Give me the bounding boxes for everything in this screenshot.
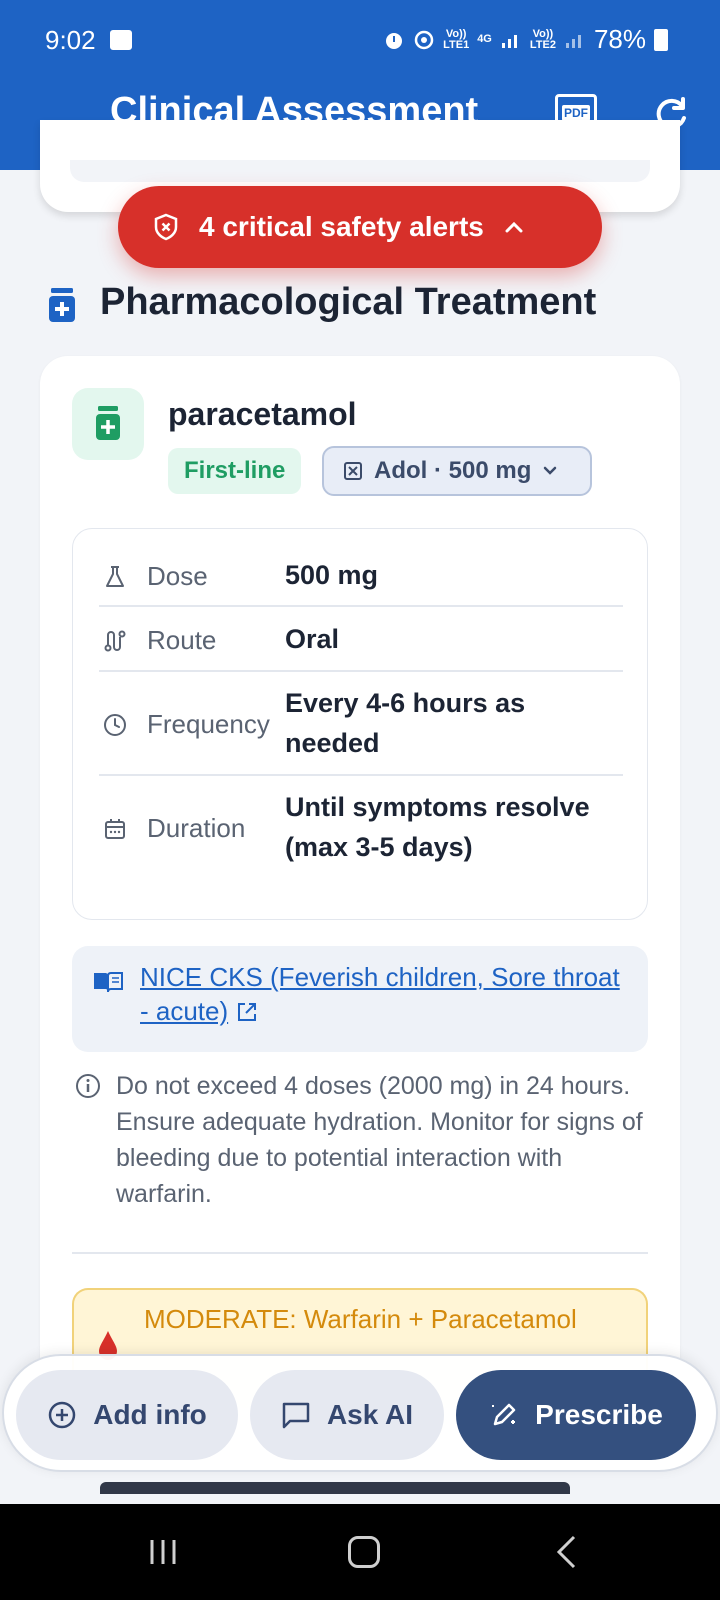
duration-label: Duration — [147, 813, 246, 843]
divider — [99, 605, 623, 607]
status-indicators: Vo)) LTE1 4G Vo)) LTE2 78% — [383, 24, 668, 55]
external-link-icon — [238, 1003, 257, 1021]
pill-icon — [344, 462, 362, 480]
sim2-volte-label: Vo)) LTE2 — [529, 27, 556, 51]
alarm-icon — [386, 32, 403, 49]
pen-sparkle-icon — [492, 1403, 516, 1426]
drug-name: paracetamol — [168, 396, 357, 432]
image-notification-icon — [110, 30, 132, 50]
divider — [72, 1252, 648, 1254]
chevron-down-icon — [544, 466, 557, 475]
chat-icon — [282, 1402, 310, 1429]
signal-2-icon — [564, 32, 586, 48]
next-section-title — [60, 1474, 660, 1494]
book-icon — [94, 972, 123, 993]
action-bar: Add info Ask AI Prescribe — [2, 1354, 718, 1472]
back-icon[interactable] — [554, 1534, 578, 1570]
dose-label: Dose — [147, 561, 208, 591]
dose-value: 500 mg — [285, 560, 379, 590]
frequency-value: Every 4-6 hours as needed — [285, 688, 526, 758]
note-text: Do not exceed 4 doses (2000 mg) in 24 ho… — [116, 1072, 643, 1208]
chevron-up-icon — [505, 221, 523, 233]
divider — [99, 774, 623, 776]
drug-icon-container — [72, 388, 144, 460]
battery-icon — [654, 28, 668, 51]
network-type-label: 4G — [477, 33, 492, 45]
ask-ai-button[interactable]: Ask AI — [250, 1370, 444, 1460]
route-icon — [104, 630, 126, 652]
route-value: Oral — [285, 624, 340, 654]
previous-card-inner — [70, 160, 650, 182]
hotspot-icon — [414, 30, 434, 49]
status-time: 9:02 — [45, 25, 96, 55]
ask-ai-label: Ask AI — [326, 1399, 414, 1430]
route-label: Route — [147, 625, 217, 655]
signal-1-icon — [500, 32, 522, 48]
brand-dropdown[interactable]: Adol · 500 mg — [322, 446, 592, 496]
medicine-bottle-icon — [49, 288, 75, 322]
duration-value: Until symptoms resolve (max 3-5 days) — [285, 792, 590, 862]
pill-bottle-icon — [96, 406, 120, 440]
critical-alerts-toggle[interactable]: 4 critical safety alerts — [118, 186, 602, 268]
add-info-label: Add info — [93, 1399, 207, 1430]
dosage-details: Dose 500 mg Route Oral Frequency Every 4… — [72, 528, 648, 920]
recent-apps-icon[interactable] — [148, 1538, 178, 1566]
brand-value: Adol · 500 mg — [374, 457, 532, 484]
prescribe-button[interactable]: Prescribe — [456, 1370, 696, 1460]
section-title: Pharmacological Treatment — [100, 281, 597, 323]
plus-circle-icon — [48, 1401, 76, 1429]
status-bar: 9:02 Vo)) LTE1 4G Vo)) LTE2 78% — [0, 0, 720, 80]
battery-percent: 78% — [593, 24, 646, 54]
system-nav-bar — [0, 1504, 720, 1600]
alerts-label: 4 critical safety alerts — [199, 211, 484, 242]
reference-text: NICE CKS (Feverish children, Sore throat… — [140, 962, 620, 1026]
interaction-text: MODERATE: Warfarin + Paracetamol — [144, 1304, 577, 1334]
pdf-icon: PDF — [562, 105, 590, 121]
reference-link[interactable]: NICE CKS (Feverish children, Sore throat… — [140, 960, 620, 1028]
first-line-badge: First-line — [168, 448, 302, 494]
add-info-button[interactable]: Add info — [16, 1370, 238, 1460]
sim1-volte-label: Vo)) LTE1 — [443, 27, 470, 51]
home-icon[interactable] — [348, 1536, 380, 1568]
divider — [99, 670, 623, 672]
frequency-label: Frequency — [147, 709, 270, 739]
prescribe-label: Prescribe — [535, 1399, 663, 1430]
clock-icon — [104, 714, 126, 736]
info-icon — [76, 1074, 100, 1098]
reference-box: NICE CKS (Feverish children, Sore throat… — [72, 946, 648, 1052]
shield-alert-icon — [154, 213, 178, 241]
calendar-icon — [105, 819, 125, 839]
flask-icon — [106, 566, 124, 587]
